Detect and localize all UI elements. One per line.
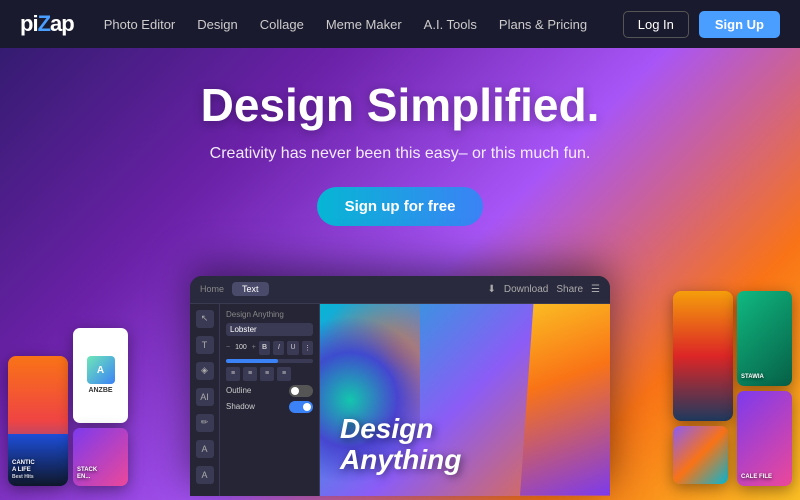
- card-logo-text: ANZBE: [88, 387, 112, 394]
- props-align-left[interactable]: ≡: [226, 367, 240, 381]
- app-tools-panel: ↖ T ◈ AI ✏ A A: [190, 304, 220, 496]
- app-body: ↖ T ◈ AI ✏ A A Design Anything Lobster −…: [190, 304, 610, 496]
- props-align-row: ≡ ≡ ≡ ≡: [226, 367, 313, 381]
- card-abstract-bg: [673, 426, 728, 484]
- nav-link-collage[interactable]: Collage: [260, 17, 304, 32]
- logo-highlight: Z: [38, 11, 50, 36]
- app-mockup: Home Text ⬇ Download Share ☰ ↖ T ◈ AI: [190, 276, 610, 496]
- card-nature-bg: [737, 291, 792, 386]
- props-more[interactable]: ⋮: [302, 341, 313, 355]
- app-topbar-left: Home Text: [200, 282, 269, 296]
- nav-link-photo-editor[interactable]: Photo Editor: [104, 17, 176, 32]
- card-left-tall: CANTICA LIFEBest Hits: [8, 356, 68, 486]
- props-list[interactable]: ≡: [277, 367, 291, 381]
- signup-button[interactable]: Sign Up: [699, 11, 780, 38]
- card-left-sm: STACKEN...: [73, 428, 128, 486]
- props-align-center[interactable]: ≡: [243, 367, 257, 381]
- app-home-tab[interactable]: Home: [200, 284, 224, 294]
- outline-toggle[interactable]: [289, 385, 313, 397]
- left-col: CANTICA LIFEBest Hits A ANZBE STACKEN...: [8, 328, 128, 486]
- card-left-sm-text: STACKEN...: [77, 467, 97, 481]
- props-font-input[interactable]: Lobster: [226, 323, 313, 336]
- cta-button[interactable]: Sign up for free: [317, 187, 484, 226]
- nav-links: Photo Editor Design Collage Meme Maker A…: [104, 17, 623, 32]
- card-right-medium-top: STAWIA: [737, 291, 792, 386]
- app-topbar: Home Text ⬇ Download Share ☰: [190, 276, 610, 304]
- right-col: STAWIA CALE FILE: [673, 291, 792, 486]
- card-right-sm: [673, 426, 728, 484]
- tool-brush[interactable]: ✏: [196, 414, 214, 432]
- props-plus[interactable]: +: [252, 344, 256, 351]
- nav-actions: Log In Sign Up: [623, 11, 780, 38]
- hero-subtitle: Creativity has never been this easy– or …: [210, 145, 591, 163]
- props-underline[interactable]: U: [287, 341, 298, 355]
- props-size-value: 100: [235, 344, 247, 351]
- download-icon: ⬇: [487, 284, 495, 295]
- canvas-text-line1: Design: [340, 413, 433, 444]
- props-italic[interactable]: I: [273, 341, 284, 355]
- shadow-label: Shadow: [226, 402, 286, 411]
- left-col-group: A ANZBE STACKEN...: [73, 328, 128, 486]
- props-minus[interactable]: −: [226, 344, 230, 351]
- card-left-tall-text: CANTICA LIFEBest Hits: [12, 460, 35, 482]
- shadow-toggle[interactable]: [289, 401, 313, 413]
- tool-layers[interactable]: A: [196, 466, 214, 484]
- tool-text[interactable]: T: [196, 336, 214, 354]
- card-logo: A ANZBE: [73, 328, 128, 423]
- card-stawia-text: STAWIA: [741, 374, 764, 381]
- tool-shapes[interactable]: A: [196, 440, 214, 458]
- props-size-row: − 100 + B I U ⋮: [226, 341, 313, 355]
- login-button[interactable]: Log In: [623, 11, 689, 38]
- tool-ai[interactable]: AI: [196, 388, 214, 406]
- outline-label: Outline: [226, 386, 286, 395]
- navbar: piZap Photo Editor Design Collage Meme M…: [0, 0, 800, 48]
- card-portrait2-bg: [737, 391, 792, 486]
- card-right-medium-bot: CALE FILE: [737, 391, 792, 486]
- logo-mark: A: [87, 356, 115, 384]
- app-text-tab[interactable]: Text: [232, 282, 269, 296]
- props-slider-fill: [226, 359, 278, 363]
- download-btn-label[interactable]: Download: [504, 284, 548, 295]
- canvas-design-text: Design Anything: [340, 414, 461, 476]
- props-bold[interactable]: B: [259, 341, 270, 355]
- nav-link-plans-pricing[interactable]: Plans & Pricing: [499, 17, 587, 32]
- props-opacity-slider[interactable]: [226, 359, 313, 363]
- props-design-label: Design Anything: [226, 310, 313, 319]
- card-right-tall: [673, 291, 733, 421]
- menu-icon[interactable]: ☰: [591, 284, 600, 295]
- canvas-content: Design Anything: [320, 304, 610, 496]
- canvas-text-line2: Anything: [340, 444, 461, 475]
- right-col-1: [673, 291, 733, 486]
- app-topbar-right: ⬇ Download Share ☰: [487, 284, 600, 295]
- hero-section: Design Simplified. Creativity has never …: [0, 0, 800, 500]
- tool-graphics[interactable]: ◈: [196, 362, 214, 380]
- right-cards: STAWIA CALE FILE: [673, 291, 800, 496]
- mockup-area: CANTICA LIFEBest Hits A ANZBE STACKEN...: [0, 256, 800, 496]
- app-canvas: Design Anything: [320, 304, 610, 496]
- props-align-right[interactable]: ≡: [260, 367, 274, 381]
- nav-link-meme-maker[interactable]: Meme Maker: [326, 17, 402, 32]
- props-outline-row: Outline: [226, 385, 313, 397]
- card-cale-text: CALE FILE: [741, 474, 772, 481]
- nav-link-ai-tools[interactable]: A.I. Tools: [424, 17, 477, 32]
- left-cards: CANTICA LIFEBest Hits A ANZBE STACKEN...: [0, 328, 128, 496]
- right-col-2: STAWIA CALE FILE: [737, 291, 792, 486]
- props-shadow-row: Shadow: [226, 401, 313, 413]
- hero-title: Design Simplified.: [201, 80, 600, 131]
- canvas-photo: [520, 304, 610, 496]
- app-props-panel: Design Anything Lobster − 100 + B I U ⋮: [220, 304, 320, 496]
- card-city-bg: [673, 291, 733, 421]
- nav-link-design[interactable]: Design: [197, 17, 237, 32]
- tool-select[interactable]: ↖: [196, 310, 214, 328]
- share-btn-label[interactable]: Share: [556, 284, 583, 295]
- logo[interactable]: piZap: [20, 11, 74, 37]
